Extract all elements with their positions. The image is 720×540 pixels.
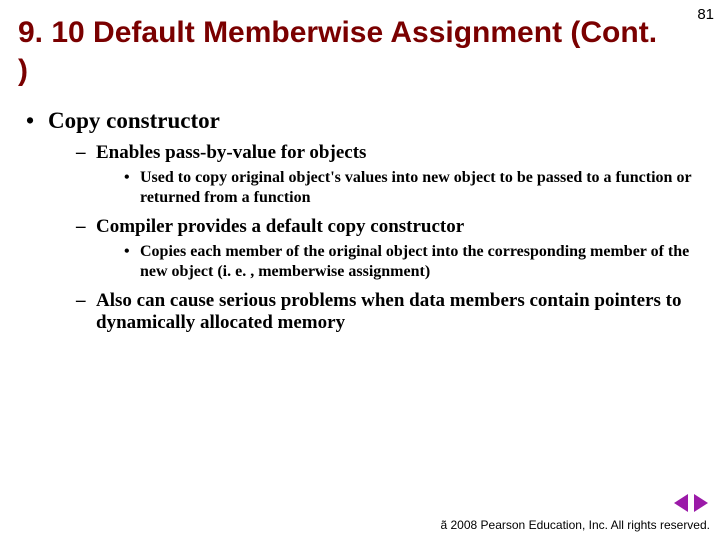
bullet-text: Copy constructor	[48, 108, 220, 133]
bullet-level2: Enables pass-by-value for objects Used t…	[76, 142, 696, 208]
slide-body: Copy constructor Enables pass-by-value f…	[26, 108, 696, 342]
slide-nav	[674, 494, 708, 512]
bullet-level3: Copies each member of the original objec…	[124, 242, 696, 282]
slide: 81 9. 10 Default Memberwise Assignment (…	[0, 0, 720, 540]
next-slide-icon[interactable]	[694, 494, 708, 512]
slide-title: 9. 10 Default Memberwise Assignment (Con…	[18, 14, 660, 89]
bullet-text: Enables pass-by-value for objects	[96, 142, 366, 163]
bullet-level3: Used to copy original object's values in…	[124, 168, 696, 208]
copyright-footer: ã 2008 Pearson Education, Inc. All right…	[441, 518, 711, 532]
bullet-level1: Copy constructor Enables pass-by-value f…	[26, 108, 696, 334]
bullet-text: Also can cause serious problems when dat…	[96, 290, 681, 333]
bullet-text: Copies each member of the original objec…	[140, 243, 689, 280]
bullet-text: Used to copy original object's values in…	[140, 169, 691, 206]
prev-slide-icon[interactable]	[674, 494, 688, 512]
bullet-level2: Compiler provides a default copy constru…	[76, 216, 696, 282]
bullet-level2: Also can cause serious problems when dat…	[76, 290, 696, 334]
page-number: 81	[697, 6, 714, 23]
bullet-text: Compiler provides a default copy constru…	[96, 216, 464, 237]
